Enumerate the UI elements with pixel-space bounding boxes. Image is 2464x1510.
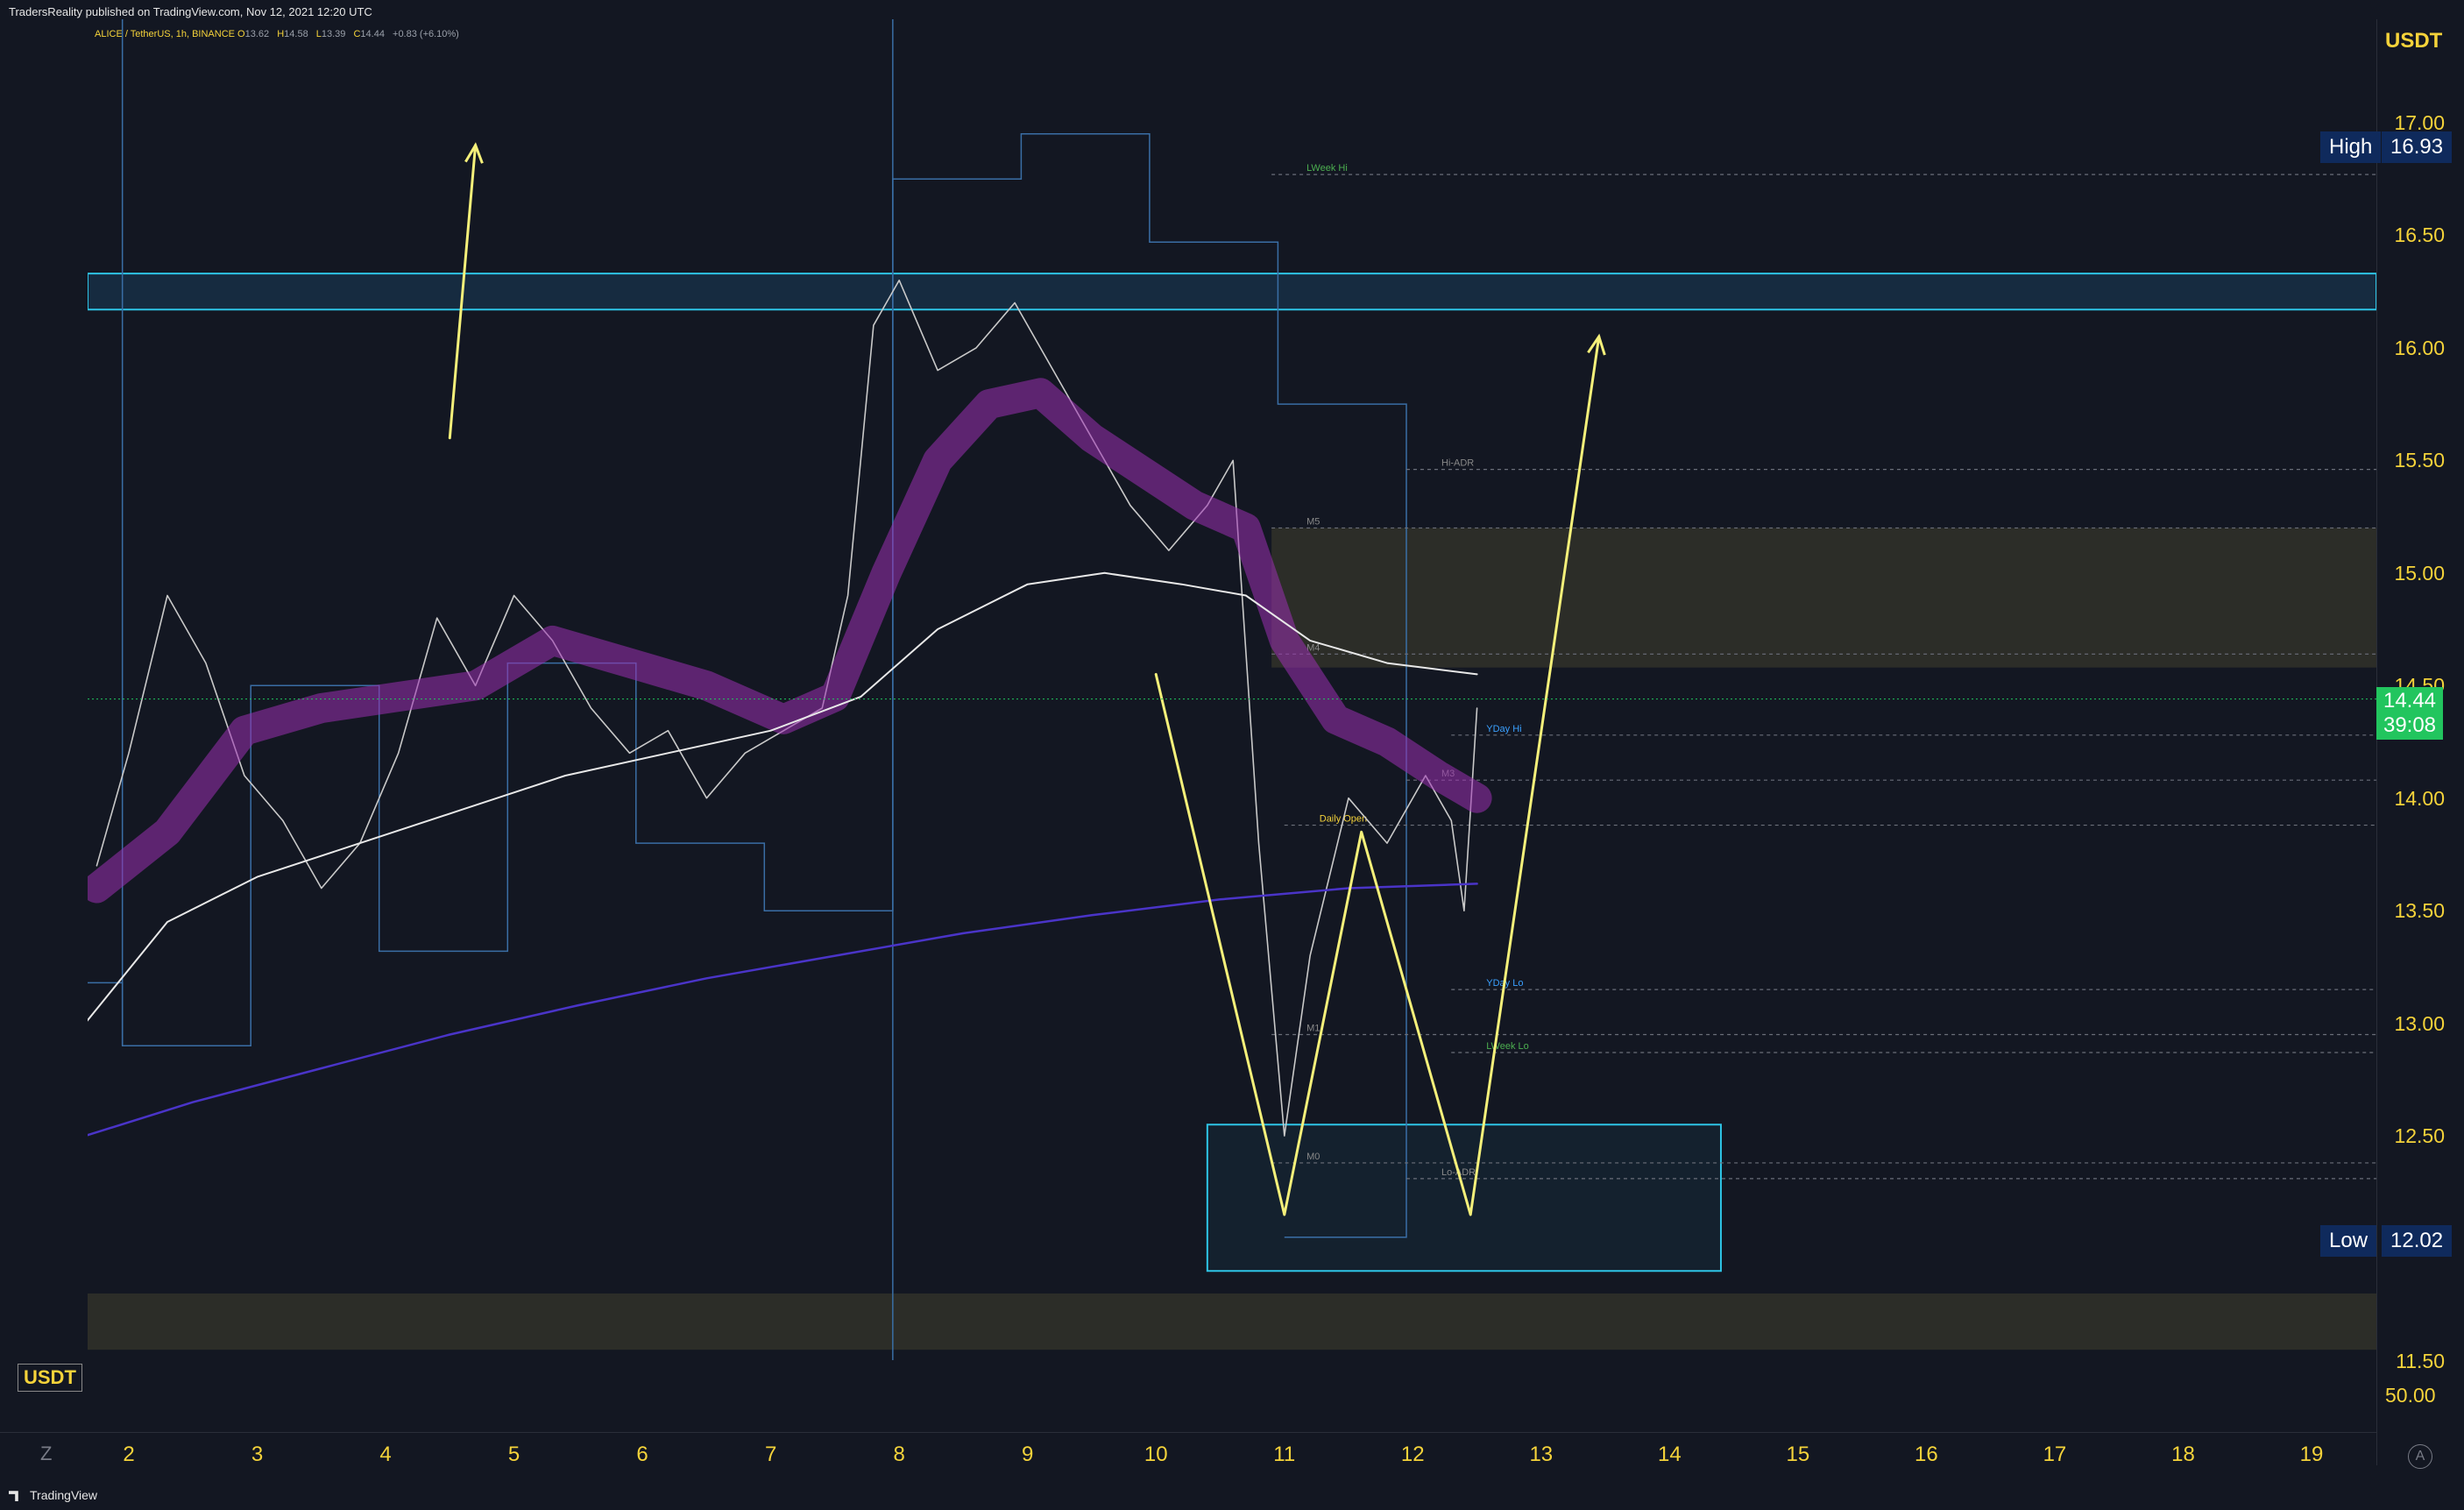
- time-tick-label: 19: [2299, 1443, 2324, 1466]
- time-axis-border: [0, 1432, 2376, 1433]
- level-m5-tag: M5: [1306, 516, 1320, 527]
- time-tick-label: 13: [1529, 1443, 1554, 1466]
- low-badge: Low: [2320, 1225, 2377, 1257]
- current-price-badge: 14.44 39:08: [2376, 687, 2443, 740]
- level-hi-adr-tag: Hi-ADR: [1441, 458, 1474, 469]
- time-tick-label: 6: [636, 1443, 648, 1466]
- brand-text: TradingView: [30, 1488, 98, 1502]
- high-badge-label: High: [2329, 135, 2373, 159]
- time-tick-label: 2: [123, 1443, 135, 1466]
- brand-mark: TradingView: [9, 1488, 97, 1502]
- time-tick-label: 3: [251, 1443, 264, 1466]
- time-tick-label: 9: [1022, 1443, 1034, 1466]
- price-tick-label: 13.00: [2394, 1011, 2445, 1035]
- price-tick-label: 12.50: [2394, 1124, 2445, 1148]
- price-tick-label: 14.00: [2394, 786, 2445, 810]
- time-tick-label: 18: [2171, 1443, 2195, 1466]
- w-pattern-line: [1154, 335, 1601, 1216]
- time-tick-label: 11: [1273, 1443, 1296, 1466]
- price-tick-label: 11.50: [2396, 1350, 2445, 1372]
- time-tick-label: 8: [893, 1443, 905, 1466]
- price-axis-border: [2376, 19, 2377, 1465]
- low-badge-value: 12.02: [2382, 1225, 2453, 1257]
- level-m0-tag: M0: [1306, 1152, 1320, 1162]
- high-badge: High: [2320, 131, 2382, 163]
- time-tick-label: 12: [1400, 1443, 1425, 1466]
- zoom-reset-button[interactable]: Z: [40, 1443, 52, 1465]
- level-m1-tag: M1: [1306, 1023, 1320, 1033]
- tradingview-logo-icon: [9, 1491, 18, 1502]
- time-tick-label: 10: [1143, 1443, 1168, 1466]
- osc-currency-label: USDT: [18, 1364, 82, 1392]
- price-tick-label: 16.00: [2394, 336, 2445, 359]
- level-lweek-hi-tag: LWeek Hi: [1306, 163, 1348, 174]
- price-tick-label: 13.50: [2394, 899, 2445, 923]
- time-tick-label: 5: [507, 1443, 520, 1466]
- ema-ribbon: [88, 378, 1492, 904]
- time-tick-label: 17: [2043, 1443, 2067, 1466]
- lower-zone: [88, 1293, 2376, 1350]
- low-badge-label: Low: [2329, 1229, 2368, 1252]
- candle-countdown: 39:08: [2383, 713, 2437, 737]
- time-tick-label: 16: [1915, 1443, 1938, 1466]
- price-tick-label: 16.50: [2394, 223, 2445, 247]
- supply-zone: [1271, 528, 2376, 668]
- high-badge-value: 16.93: [2382, 131, 2453, 163]
- current-price-value: 14.44: [2383, 689, 2437, 712]
- chart-frame: TradersReality published on TradingView.…: [0, 0, 2464, 1510]
- osc-level-label: 50.00: [2385, 1384, 2436, 1407]
- level-lweek-lo-tag: LWeek Lo: [1486, 1041, 1529, 1052]
- time-tick-label: 14: [1657, 1443, 1682, 1466]
- price-plot[interactable]: LWeek HiHi-ADRM5M4YDay HiM3Daily OpenYDa…: [88, 19, 2376, 1360]
- time-tick-label: 7: [764, 1443, 777, 1466]
- resistance-zone: [88, 273, 2376, 311]
- price-tick-label: 15.50: [2394, 449, 2445, 472]
- price-tick-label: 15.00: [2394, 561, 2445, 585]
- published-caption: TradersReality published on TradingView.…: [9, 5, 372, 18]
- auto-scale-button[interactable]: A: [2408, 1444, 2432, 1469]
- time-tick-label: 4: [379, 1443, 392, 1466]
- long-ma-line: [88, 883, 1478, 1137]
- level-yday-hi-tag: YDay Hi: [1486, 724, 1521, 734]
- time-tick-label: 15: [1786, 1443, 1810, 1466]
- currency-label: USDT: [2385, 29, 2443, 53]
- demand-zone-box: [1206, 1124, 1722, 1273]
